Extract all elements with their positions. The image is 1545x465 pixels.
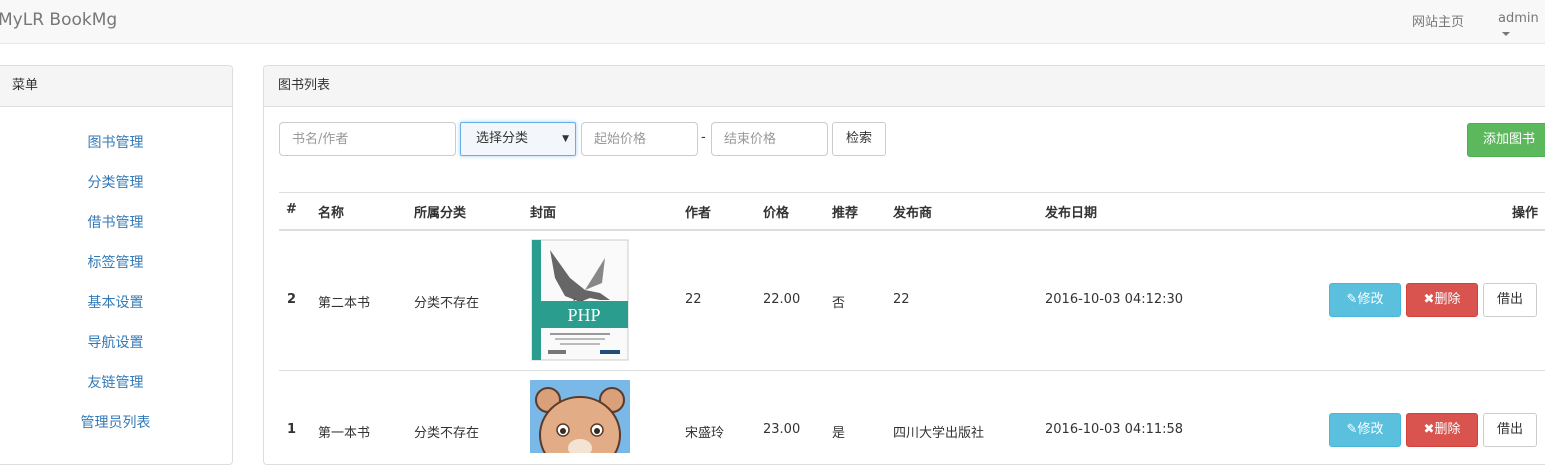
cell-publisher: 22 <box>893 292 910 307</box>
borrow-button[interactable]: 借出 <box>1483 413 1537 447</box>
close-icon: ✖ <box>1423 292 1435 307</box>
cell-recommend: 否 <box>832 296 846 311</box>
user-name: admin <box>1498 11 1539 26</box>
sidebar-title: 菜单 <box>0 66 232 107</box>
edit-label: 修改 <box>1357 422 1384 437</box>
col-header-actions: 操作 <box>1512 206 1539 221</box>
edit-label: 修改 <box>1357 292 1384 307</box>
sidebar-item-borrowing[interactable]: 借书管理 <box>0 212 234 232</box>
book-cover-image[interactable]: PHP <box>530 238 630 362</box>
cell-name: 第一本书 <box>318 426 371 441</box>
sidebar-item-nav-settings[interactable]: 导航设置 <box>0 332 234 352</box>
col-header-author: 作者 <box>685 206 712 221</box>
edit-button[interactable]: ✎修改 <box>1329 283 1401 317</box>
cell-category: 分类不存在 <box>414 296 480 311</box>
close-icon: ✖ <box>1423 422 1435 437</box>
col-header-date: 发布日期 <box>1045 206 1098 221</box>
category-select-value: 选择分类 <box>476 131 529 146</box>
delete-button[interactable]: ✖删除 <box>1406 413 1478 447</box>
cell-name: 第二本书 <box>318 296 371 311</box>
cell-author: 22 <box>685 292 702 307</box>
delete-button[interactable]: ✖删除 <box>1406 283 1478 317</box>
col-header-id: # <box>286 202 297 217</box>
delete-label: 删除 <box>1434 422 1461 437</box>
top-navbar: MyLR BookMg 网站主页 admin <box>0 0 1545 44</box>
cell-id: 2 <box>287 292 297 307</box>
keyword-search-input[interactable] <box>279 122 456 156</box>
table-header-border <box>279 229 1545 231</box>
home-link[interactable]: 网站主页 <box>1412 11 1464 30</box>
cell-price: 23.00 <box>763 422 801 437</box>
sidebar-item-books[interactable]: 图书管理 <box>0 132 234 152</box>
cell-recommend: 是 <box>832 426 846 441</box>
pencil-icon: ✎ <box>1346 422 1358 437</box>
cell-date: 2016-10-03 04:12:30 <box>1045 292 1184 307</box>
col-header-cover: 封面 <box>530 206 557 221</box>
php-book-cover: PHP <box>530 238 630 362</box>
pencil-icon: ✎ <box>1346 292 1358 307</box>
chevron-down-icon <box>1502 31 1510 36</box>
dropdown-arrow-icon: ▼ <box>562 134 569 144</box>
borrow-button[interactable]: 借出 <box>1483 283 1537 317</box>
delete-label: 删除 <box>1434 292 1461 307</box>
book-cover-image[interactable] <box>530 380 630 453</box>
sidebar-panel: 菜单 图书管理 分类管理 借书管理 标签管理 基本设置 导航设置 友链管理 管理… <box>0 65 233 465</box>
col-header-name: 名称 <box>318 206 345 221</box>
user-menu[interactable]: admin <box>1498 11 1545 41</box>
add-book-button[interactable]: 添加图书 <box>1467 123 1545 157</box>
sidebar-item-admins[interactable]: 管理员列表 <box>0 412 234 432</box>
cover-title-text: PHP <box>567 305 600 325</box>
col-header-price: 价格 <box>763 206 790 221</box>
cell-category: 分类不存在 <box>414 426 480 441</box>
col-header-recommend: 推荐 <box>832 206 859 221</box>
row-divider <box>279 370 1545 371</box>
sidebar-item-basic-settings[interactable]: 基本设置 <box>0 292 234 312</box>
sidebar-item-categories[interactable]: 分类管理 <box>0 172 234 192</box>
col-header-publisher: 发布商 <box>893 206 933 221</box>
col-header-category: 所属分类 <box>414 206 467 221</box>
search-button[interactable]: 检索 <box>832 122 886 156</box>
brand-logo[interactable]: MyLR BookMg <box>0 10 117 30</box>
category-select[interactable]: 选择分类 ▼ <box>460 122 576 156</box>
cell-publisher: 四川大学出版社 <box>893 426 985 441</box>
edit-button[interactable]: ✎修改 <box>1329 413 1401 447</box>
cell-id: 1 <box>287 422 297 437</box>
cell-date: 2016-10-03 04:11:58 <box>1045 422 1184 437</box>
sidebar-item-friend-links[interactable]: 友链管理 <box>0 372 234 392</box>
table-top-border <box>279 192 1545 193</box>
bear-cover <box>530 380 630 453</box>
price-separator: - <box>701 130 706 145</box>
panel-title: 图书列表 <box>264 66 1545 107</box>
cell-price: 22.00 <box>763 292 801 307</box>
sidebar-item-tags[interactable]: 标签管理 <box>0 252 234 272</box>
price-from-input[interactable] <box>581 122 698 156</box>
price-to-input[interactable] <box>711 122 828 156</box>
cell-author: 宋盛玲 <box>685 426 725 441</box>
